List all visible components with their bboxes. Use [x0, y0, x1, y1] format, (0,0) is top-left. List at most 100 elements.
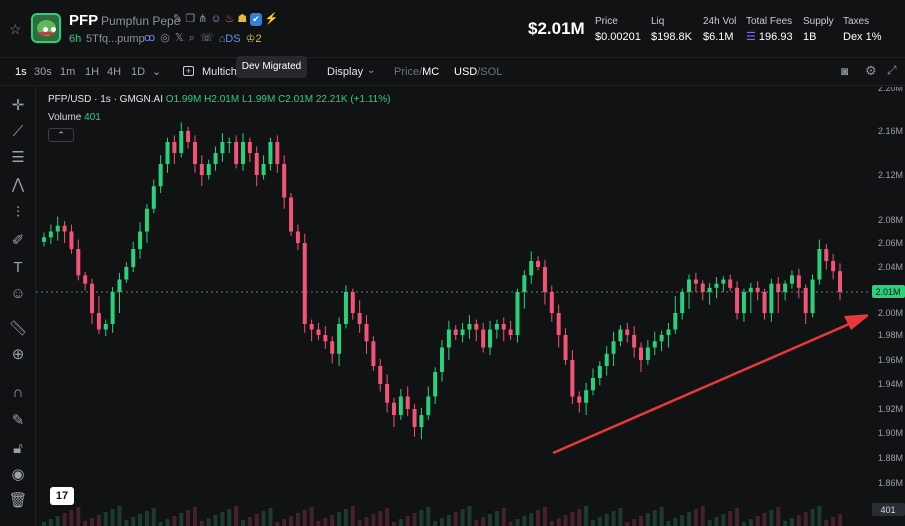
candle-body — [741, 292, 746, 313]
chat-icon[interactable]: ☏ — [200, 32, 214, 45]
search-icon[interactable]: ⌕ — [189, 32, 195, 45]
tool-icon[interactable]: ✔ — [250, 13, 262, 26]
copy-icon[interactable]: ❐ — [185, 13, 195, 26]
magnet-icon[interactable]: ∩ — [8, 383, 28, 403]
volume-bar — [460, 509, 465, 526]
volume-bar — [494, 511, 499, 526]
candle-body — [570, 360, 575, 397]
mc-option[interactable]: MC — [422, 66, 439, 78]
emoji-icon[interactable]: ☺ — [8, 284, 28, 304]
candle-body — [446, 329, 451, 348]
timeframe-1h[interactable]: 1H — [85, 66, 99, 78]
zoom-in-icon[interactable]: ⊕ — [8, 345, 28, 365]
usd-sol-toggle[interactable]: USD/SOL — [454, 66, 502, 78]
share-icon[interactable]: ⋔ — [198, 13, 207, 26]
price-option[interactable]: Price — [394, 66, 419, 78]
fib-icon[interactable]: ⫶ — [8, 203, 28, 223]
tradingview-logo[interactable]: 17 — [50, 487, 74, 505]
multichart-icon[interactable]: + — [183, 66, 194, 76]
price-tick-label: 2.00M — [878, 308, 903, 318]
volume-bar — [570, 512, 575, 526]
fire-icon[interactable]: ♨ — [225, 13, 235, 26]
volume-bar — [577, 509, 582, 526]
stat-value: ☰ 196.93 — [746, 30, 793, 45]
eye-icon[interactable]: ◉ — [8, 465, 28, 485]
globe-icon[interactable]: ◎ — [160, 32, 170, 45]
multichart-button[interactable]: Multich — [202, 66, 237, 78]
pencil-lock-icon[interactable]: ✎ — [8, 411, 28, 431]
candle-body — [714, 283, 719, 288]
timeframe-1d[interactable]: 1D — [131, 66, 145, 78]
volume-bar — [707, 520, 712, 526]
expand-icon[interactable]: ⤢ — [887, 63, 897, 78]
trendline-icon[interactable]: ⟋ — [8, 122, 28, 142]
trash-icon[interactable]: 🗑︎ — [8, 491, 28, 511]
edit-icon[interactable]: ✎ — [173, 13, 182, 26]
gear-icon[interactable]: ⚙ — [865, 63, 877, 79]
token-action-icons: ✎ ❐ ⋔ ☺ ♨ ☗ ✔ ⚡ — [173, 13, 279, 26]
volume-bar — [227, 509, 232, 526]
candle-body — [172, 142, 177, 153]
candle-body — [316, 329, 321, 335]
crosshair-icon[interactable]: ✛ — [8, 96, 28, 116]
sol-option[interactable]: SOL — [480, 66, 502, 78]
volume-bar — [48, 519, 53, 526]
volume-bar — [385, 508, 390, 526]
candle-body — [824, 249, 829, 261]
candle-body — [817, 249, 822, 280]
candle-body — [549, 292, 554, 313]
candle-body — [755, 287, 760, 292]
timeframe-1m[interactable]: 1m — [60, 66, 75, 78]
pump-icon[interactable]: ꝏ — [144, 32, 155, 45]
candle-body — [673, 313, 678, 330]
current-price-tag-label: 2.01M — [875, 287, 900, 297]
price-tick-label: 1.88M — [878, 453, 903, 463]
candle-body — [179, 131, 184, 153]
volume-bar — [453, 512, 458, 526]
horizontal-lines-icon[interactable]: ☰ — [8, 148, 28, 168]
volume-bar — [652, 510, 657, 526]
timeframe-1s[interactable]: 1s — [15, 66, 27, 78]
chart-toolbar: 1s 30s 1m 1H 4H 1D ⌄ + Multich Display ⌄… — [0, 58, 905, 86]
candle-body — [536, 261, 541, 267]
token-address[interactable]: 5Tfq...pump — [86, 33, 145, 45]
brush-icon[interactable]: ✐ — [8, 231, 28, 251]
volume-bar — [289, 516, 294, 526]
usd-option[interactable]: USD — [454, 66, 477, 78]
timeframe-4h[interactable]: 4H — [107, 66, 121, 78]
timeframe-30s[interactable]: 30s — [34, 66, 52, 78]
lock-icon[interactable]: 🔓︎ — [8, 439, 28, 459]
group-icon[interactable]: ☗ — [237, 13, 247, 26]
collapse-legend-button[interactable]: ⌃ — [48, 128, 74, 142]
volume-bar — [748, 519, 753, 526]
twitter-icon[interactable]: 𝕏 — [175, 32, 184, 45]
candlestick-chart[interactable]: 2.20M 2.16M 2.12M 2.08M 2.06M 2.04M 2.01M 2.00M… — [36, 87, 905, 526]
display-button[interactable]: Display — [327, 66, 363, 78]
candle-body — [378, 366, 383, 384]
pattern-icon[interactable]: ⋀ — [8, 175, 28, 195]
volume-bar — [796, 515, 801, 526]
candle-body — [803, 287, 808, 313]
star-icon[interactable]: ☆ — [9, 22, 22, 36]
candle-body — [474, 324, 479, 330]
volume-bar — [398, 519, 403, 526]
volume-bar — [728, 511, 733, 526]
volume-bar — [350, 506, 355, 526]
users-icon[interactable]: ☺ — [210, 13, 221, 26]
text-icon[interactable]: T — [8, 258, 28, 278]
volume-bar — [700, 506, 705, 526]
price-tick-label: 2.12M — [878, 170, 903, 180]
candle-body — [810, 279, 815, 313]
bolt-icon[interactable]: ⚡ — [265, 13, 279, 26]
dex-screener-badge[interactable]: ⌂DS — [219, 33, 241, 45]
volume-bar — [302, 510, 307, 526]
camera-icon[interactable]: ◙ — [841, 64, 848, 78]
chevron-down-icon[interactable]: ⌄ — [367, 65, 375, 76]
crown-badge[interactable]: ♔2 — [246, 32, 262, 45]
price-mc-toggle[interactable]: Price/MC — [394, 66, 439, 78]
timeframe-dropdown-chevron-icon[interactable]: ⌄ — [152, 65, 161, 78]
candle-body — [776, 283, 781, 292]
volume-bar — [563, 515, 568, 526]
ruler-icon[interactable]: 📏︎ — [8, 319, 28, 339]
candle-body — [186, 131, 191, 142]
